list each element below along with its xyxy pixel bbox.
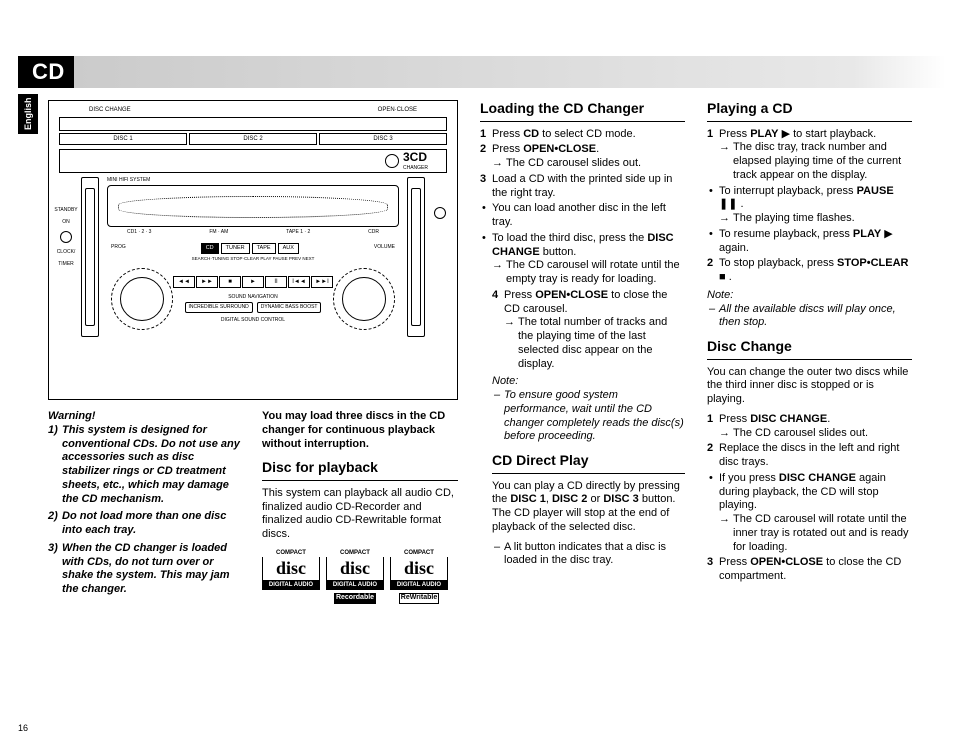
change-bullets: If you press DISC CHANGE again during pl… (707, 472, 912, 555)
direct-notes: A lit button indicates that a disc is lo… (492, 541, 685, 569)
illu-3cd-logo: 3CDCHANGER (385, 150, 428, 171)
manual-page: CD English DISC CHANGE OPEN·CLOSE DISC 1… (0, 0, 954, 741)
warning-block: Warning! This system is designed for con… (48, 410, 244, 604)
disc-playback-body: This system can playback all audio CD, f… (262, 487, 458, 542)
change-heading: Disc Change (707, 338, 912, 356)
playing-note: All the available discs will play once, … (707, 303, 912, 331)
playing-heading: Playing a CD (707, 100, 912, 118)
loading-steps: Press CD to select CD mode. Press OPEN•C… (480, 128, 685, 201)
warning-item: When the CD changer is loaded with CDs, … (62, 542, 244, 597)
section-title: CD (18, 59, 65, 85)
list-item: You can load another disc in the left tr… (492, 202, 685, 230)
warning-list: This system is designed for conventional… (48, 424, 244, 597)
illu-left-knob (111, 268, 173, 330)
illu-disc-buttons: DISC 1 DISC 2 DISC 3 (59, 133, 447, 145)
content-grid: DISC CHANGE OPEN·CLOSE DISC 1 DISC 2 DIS… (48, 100, 912, 713)
playing-steps-2: To stop playback, press STOP•CLEAR ■ . (707, 257, 912, 285)
illu-disc3: DISC 3 (319, 133, 447, 145)
cd-logo-recordable: COMPACT disc DIGITAL AUDIO Recordable (326, 550, 384, 604)
illu-3cd-text: 3CD (403, 150, 427, 164)
right-column: Playing a CD Press PLAY ▶ to start playb… (707, 100, 912, 713)
compact-disc-icon (385, 154, 399, 168)
illu-left-speaker (81, 177, 99, 337)
illu-visualizer (107, 185, 399, 227)
direct-heading: CD Direct Play (492, 452, 685, 470)
list-item: Load a CD with the printed side up in th… (492, 173, 685, 201)
change-intro: You can change the outer two discs while… (707, 366, 912, 407)
playing-steps: Press PLAY ▶ to start playback. The disc… (707, 128, 912, 183)
illu-disc1: DISC 1 (59, 133, 187, 145)
illu-right-side (433, 177, 447, 347)
list-item: Press OPEN•CLOSE to close the CD carouse… (504, 289, 685, 372)
warning-item: Do not load more than one disc into each… (62, 510, 244, 538)
illu-top-bar (59, 117, 447, 131)
direct-body: You can play a CD directly by pressing t… (492, 480, 685, 535)
illu-mid: STANDBY ON CLOCK/ TIMER MINI HIFI SYSTEM… (59, 177, 447, 347)
device-illustration: DISC CHANGE OPEN·CLOSE DISC 1 DISC 2 DIS… (48, 100, 458, 400)
loading-steps-cont: Press OPEN•CLOSE to close the CD carouse… (492, 289, 685, 372)
loading-note-label: Note: (492, 375, 685, 389)
illu-open-close-label: OPEN·CLOSE (378, 107, 417, 115)
list-item: All the available discs will play once, … (719, 303, 912, 331)
list-item: Press CD to select CD mode. (492, 128, 685, 142)
list-item: To interrupt playback, press PAUSE ❚❚ . … (719, 185, 912, 226)
list-item: Press DISC CHANGE. The CD carousel slide… (719, 413, 912, 441)
warning-item: This system is designed for conventional… (62, 424, 244, 507)
illu-display: 3CDCHANGER (59, 149, 447, 173)
illu-disc-change-label: DISC CHANGE (89, 107, 131, 115)
cd-logo-standard: COMPACT disc DIGITAL AUDIO (262, 550, 320, 604)
list-item: To ensure good system performance, wait … (504, 389, 685, 444)
list-item: To stop playback, press STOP•CLEAR ■ . (719, 257, 912, 285)
cd-logo-rewritable: COMPACT disc DIGITAL AUDIO ReWritable (390, 550, 448, 604)
open-close-icon (434, 207, 446, 219)
illu-left-side: STANDBY ON CLOCK/ TIMER (59, 177, 73, 347)
list-item: A lit button indicates that a disc is lo… (504, 541, 685, 569)
power-icon (60, 231, 72, 243)
list-item: Press OPEN•CLOSE. The CD carousel slides… (492, 143, 685, 171)
playing-bullets: To interrupt playback, press PAUSE ❚❚ . … (707, 185, 912, 256)
disc-playback-block: You may load three discs in the CD chang… (262, 410, 458, 604)
loading-note: To ensure good system performance, wait … (492, 389, 685, 444)
loading-bullets: You can load another disc in the left tr… (480, 202, 685, 568)
illu-sources: CD TUNER TAPE AUX (201, 243, 299, 254)
warning-title: Warning! (48, 410, 244, 424)
list-item: If you press DISC CHANGE again during pl… (719, 472, 912, 555)
disc-playback-heading: Disc for playback (262, 459, 458, 477)
list-item: To load the third disc, press the DISC C… (492, 232, 685, 287)
load-intro: You may load three discs in the CD chang… (262, 410, 458, 451)
list-item: Replace the discs in the left and right … (719, 442, 912, 470)
language-tab: English (18, 94, 38, 134)
list-item: Press OPEN•CLOSE to close the CD compart… (719, 556, 912, 584)
cd-logos: COMPACT disc DIGITAL AUDIO COMPACT disc … (262, 550, 458, 604)
list-item: To resume playback, press PLAY ▶ again. (719, 228, 912, 256)
loading-heading: Loading the CD Changer (480, 100, 685, 118)
illu-transport: ◄◄ ►► ■ ► II I◄◄ ►►I (173, 276, 333, 288)
change-steps: Press DISC CHANGE. The CD carousel slide… (707, 413, 912, 470)
section-header-bar: CD (18, 56, 946, 88)
illu-right-speaker (407, 177, 425, 337)
illu-right-knob (333, 268, 395, 330)
left-column: DISC CHANGE OPEN·CLOSE DISC 1 DISC 2 DIS… (48, 100, 458, 713)
change-steps-2: Press OPEN•CLOSE to close the CD compart… (707, 556, 912, 584)
playing-note-label: Note: (707, 289, 912, 303)
page-number: 16 (18, 723, 28, 733)
illu-disc2: DISC 2 (189, 133, 317, 145)
illu-center: MINI HIFI SYSTEM CD1 · 2 · 3 FM · AM TAP… (107, 177, 399, 347)
list-item: Press PLAY ▶ to start playback. The disc… (719, 128, 912, 183)
middle-column: Loading the CD Changer Press CD to selec… (480, 100, 685, 713)
